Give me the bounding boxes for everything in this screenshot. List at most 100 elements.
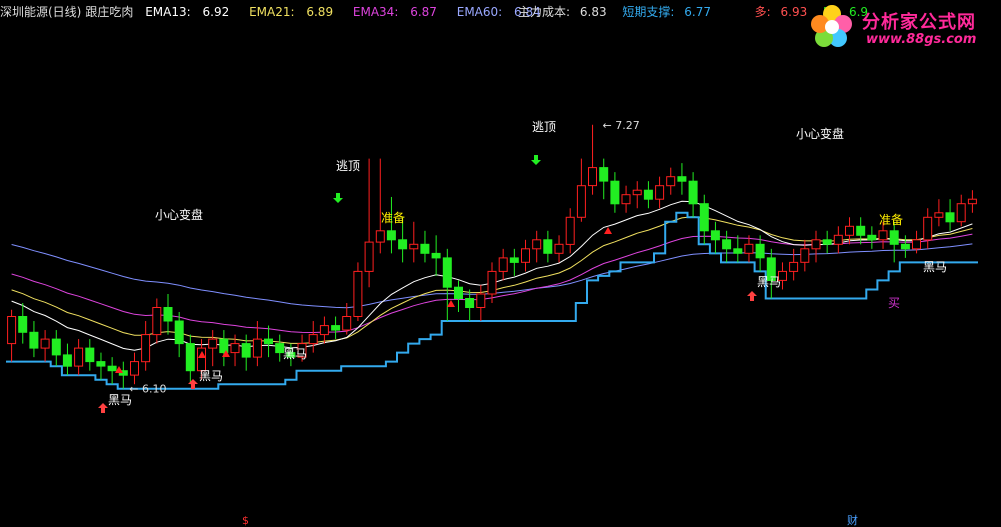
annotation-top-escape: 逃顶 <box>532 120 556 134</box>
candle-body <box>710 230 720 241</box>
candle-body <box>934 212 944 218</box>
candle-body <box>353 270 363 317</box>
candle-body <box>521 248 530 263</box>
flower-logo-icon <box>811 5 852 47</box>
bottom-mark-wealth: 财 <box>847 513 858 527</box>
down-arrow-icon <box>333 193 343 203</box>
candle-body <box>800 248 810 263</box>
candle-body <box>923 216 933 241</box>
candle-body <box>141 334 151 363</box>
long-label-text: 多: <box>754 5 771 19</box>
candle-body <box>454 286 463 300</box>
up-arrow-icon <box>188 379 198 389</box>
ema34-label-text: EMA34: <box>352 5 399 19</box>
candle-body <box>643 189 653 200</box>
candle-body <box>610 180 620 205</box>
candle-body <box>733 248 743 254</box>
candle-body <box>565 216 575 245</box>
candle-body <box>185 343 195 372</box>
candle-body <box>319 325 329 336</box>
candle-body <box>789 261 799 272</box>
candle-body <box>18 316 28 333</box>
candle-body <box>845 225 854 236</box>
low-price-label: ← 6.10 <box>129 383 166 396</box>
candle-body <box>219 338 229 354</box>
candle-body <box>498 257 508 272</box>
candle-body <box>554 243 564 254</box>
logo-url: www.88gs.com <box>866 32 977 47</box>
candle-body <box>241 343 251 358</box>
annotation-buy: 买 <box>888 296 900 310</box>
candle-body <box>699 203 709 232</box>
candle-body <box>900 243 910 250</box>
candle-body <box>152 307 162 336</box>
candle-body <box>342 316 352 331</box>
candle-body <box>833 234 843 245</box>
candle-body <box>967 198 977 205</box>
candle-body <box>509 257 519 263</box>
annotation-dark-horse: 黑马 <box>757 275 781 289</box>
ema13-value: 6.92 <box>202 5 230 19</box>
candle-body <box>822 239 832 245</box>
long-value: 6.93 <box>780 5 808 19</box>
candle-body <box>51 338 61 356</box>
candle-body <box>588 167 597 187</box>
support-label-text: 短期支撑: <box>622 5 675 19</box>
candle-body <box>878 230 888 241</box>
candle-body <box>744 243 754 254</box>
ema21-label-text: EMA21: <box>249 5 295 19</box>
candle-body <box>386 230 396 241</box>
candlestick-chart: ← 7.27← 6.10小心变盘小心变盘逃顶逃顶准备 准备黑马黑马黑马黑马黑马买$… <box>6 119 978 527</box>
indicator-name: 跟庄吃肉 <box>85 5 134 19</box>
signal-triangle-icon <box>447 300 455 307</box>
up-arrow-icon <box>98 403 108 413</box>
annotation-top-escape: 逃顶 <box>336 159 360 173</box>
ema21-value: 6.89 <box>306 5 334 19</box>
candle-body <box>655 185 665 200</box>
annotation-dark-horse: 黑马 <box>199 369 223 383</box>
candle-body <box>431 252 441 259</box>
candle-body <box>945 212 955 223</box>
annotation-ready: 准备 <box>879 213 903 227</box>
candle-body <box>912 239 921 250</box>
candle-body <box>532 239 542 250</box>
candle-body <box>889 230 899 245</box>
candle-body <box>197 347 206 372</box>
candle-body <box>308 334 318 345</box>
candle-body <box>29 331 39 349</box>
ema60-label-text: EMA60: <box>456 5 503 19</box>
candle-body <box>856 225 866 236</box>
candle-body <box>465 298 475 308</box>
candle-body <box>621 194 631 205</box>
annotation-caution: 小心变盘 <box>155 207 203 222</box>
ema21-label: EMA21: 6.89 <box>249 5 341 19</box>
candle-body <box>375 230 385 243</box>
candle-body <box>576 185 586 218</box>
candle-body <box>420 243 430 254</box>
candle-body <box>398 239 408 250</box>
annotation-dark-horse: 黑马 <box>923 260 947 274</box>
candle-body <box>107 365 117 372</box>
ema34-label: EMA34: 6.87 <box>353 5 445 19</box>
bottom-mark-dollar: $ <box>242 514 249 527</box>
candle-body <box>599 167 609 182</box>
up-arrow-icon <box>747 291 757 301</box>
ema34-value: 6.87 <box>410 5 437 19</box>
annotation-ready: 准备 <box>381 211 405 225</box>
candle-body <box>688 180 698 205</box>
candle-body <box>666 176 676 187</box>
support-value: 6.77 <box>684 5 712 19</box>
candle-body <box>264 338 273 345</box>
signal-triangle-icon <box>604 227 612 234</box>
candle-body <box>632 189 642 196</box>
long-label: 多: 6.93 <box>755 5 814 19</box>
candle-body <box>163 307 173 322</box>
cost-value: 6.83 <box>579 5 607 19</box>
candle-body <box>96 361 106 367</box>
down-arrow-icon <box>531 155 541 165</box>
cost-label-text: 主力成本: <box>518 5 571 19</box>
stock-name[interactable]: 深圳能源(日线) <box>0 5 81 19</box>
candle-body <box>62 354 72 367</box>
candle-body <box>174 320 184 345</box>
candle-body <box>85 347 95 363</box>
